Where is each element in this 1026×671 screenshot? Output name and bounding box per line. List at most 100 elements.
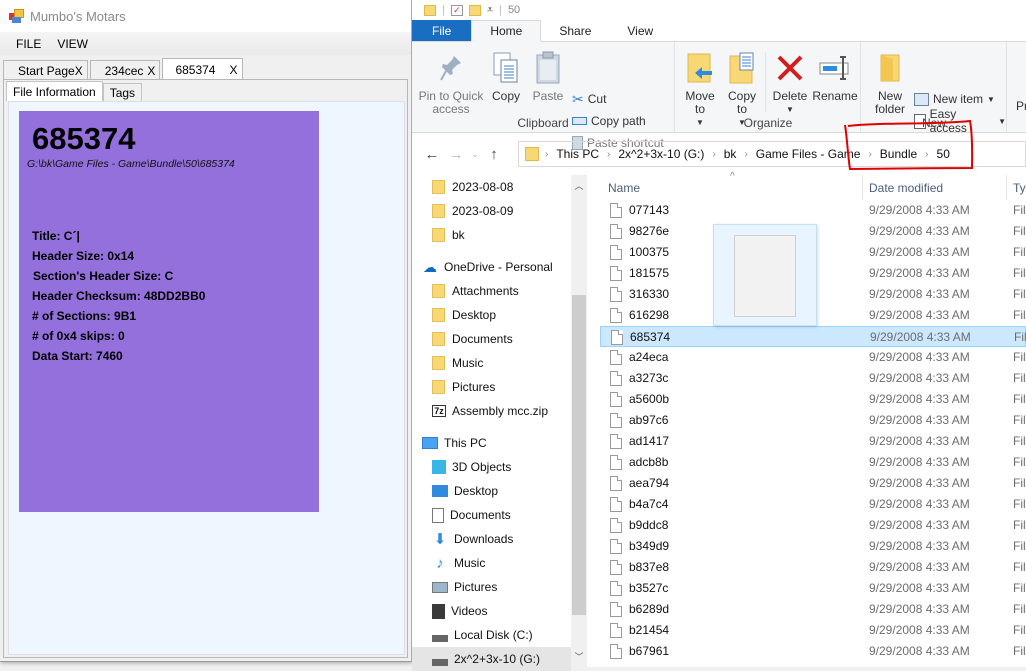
close-tab-button[interactable]: X: [229, 63, 237, 77]
file-row[interactable]: b349d9 9/29/2008 4:33 AM Fil: [600, 536, 1026, 557]
breadcrumb-this-pc[interactable]: This PC: [556, 147, 599, 161]
file-row[interactable]: ab97c6 9/29/2008 4:33 AM Fil: [600, 410, 1026, 431]
nav-item-onedrive-personal[interactable]: ☁ OneDrive - Personal: [412, 255, 571, 279]
ribbon-tab-file[interactable]: File: [412, 20, 472, 41]
address-bar[interactable]: › This PC › 2x^2+3x-10 (G:) › bk › Game …: [518, 141, 1026, 167]
chevron-right-icon[interactable]: ›: [868, 149, 871, 160]
file-row[interactable]: b67961 9/29/2008 4:33 AM Fil: [600, 641, 1026, 662]
file-row[interactable]: b21454 9/29/2008 4:33 AM Fil: [600, 620, 1026, 641]
nav-item-music[interactable]: Music: [412, 351, 571, 375]
paste-label: Paste: [532, 89, 564, 103]
nav-item-bk[interactable]: bk: [412, 223, 571, 247]
nav-item-2x-2-3x-10-g[interactable]: 2x^2+3x-10 (G:): [412, 647, 571, 671]
file-row[interactable]: a24eca 9/29/2008 4:33 AM Fil: [600, 347, 1026, 368]
properties-icon[interactable]: ✓: [450, 4, 463, 16]
customize-toolbar-icon[interactable]: ⩡: [487, 4, 493, 17]
column-divider[interactable]: [862, 175, 863, 200]
paste-button[interactable]: Paste: [530, 48, 566, 103]
file-row[interactable]: b6289d 9/29/2008 4:33 AM Fil: [600, 599, 1026, 620]
nav-item-pictures[interactable]: Pictures: [412, 575, 571, 599]
tab-start-page[interactable]: Start Page X: [3, 60, 88, 80]
new-item-button[interactable]: New item ▼: [914, 89, 995, 109]
new-folder-icon[interactable]: [468, 4, 481, 16]
ribbon-tab-share[interactable]: Share: [541, 20, 609, 41]
3d-icon: [432, 460, 446, 474]
file-type: Fil: [1013, 308, 1026, 322]
tab-tags[interactable]: Tags: [102, 83, 143, 101]
nav-item-documents[interactable]: Documents: [412, 327, 571, 351]
breadcrumb-game-files[interactable]: Game Files - Game: [756, 147, 861, 161]
nav-item-2023-08-09[interactable]: 2023-08-09: [412, 199, 571, 223]
ribbon-tab-view[interactable]: View: [609, 20, 671, 41]
menu-view[interactable]: VIEW: [49, 37, 96, 51]
nav-item-assembly-mcc-zip[interactable]: 7z Assembly mcc.zip: [412, 399, 571, 423]
nav-item-3d-objects[interactable]: 3D Objects: [412, 455, 571, 479]
column-name[interactable]: Name: [608, 181, 640, 195]
close-tab-button[interactable]: X: [147, 64, 155, 78]
breadcrumb-bundle[interactable]: Bundle: [880, 147, 917, 161]
file-row[interactable]: a5600b 9/29/2008 4:33 AM Fil: [600, 389, 1026, 410]
chevron-right-icon[interactable]: ›: [712, 149, 715, 160]
properties-button-partial[interactable]: Pr: [1016, 100, 1026, 113]
nav-item-attachments[interactable]: Attachments: [412, 279, 571, 303]
copy-button[interactable]: Copy: [488, 48, 524, 103]
forward-arrow-icon[interactable]: →: [444, 146, 468, 163]
file-row[interactable]: adcb8b 9/29/2008 4:33 AM Fil: [600, 452, 1026, 473]
nav-item-pictures[interactable]: Pictures: [412, 375, 571, 399]
nav-pane-scrollbar[interactable]: ︿ ﹀: [571, 175, 587, 667]
nav-item-documents[interactable]: Documents: [412, 503, 571, 527]
column-divider[interactable]: [1006, 175, 1007, 200]
new-folder-button[interactable]: New folder: [870, 48, 910, 116]
breadcrumb-drive-g[interactable]: 2x^2+3x-10 (G:): [618, 147, 704, 161]
scrollbar-thumb[interactable]: [572, 295, 586, 615]
scroll-down-arrow-icon[interactable]: ﹀: [571, 650, 587, 663]
breadcrumb-bk[interactable]: bk: [724, 147, 737, 161]
file-name: b67961: [629, 644, 670, 658]
chevron-right-icon[interactable]: ›: [744, 149, 747, 160]
separator: [765, 52, 766, 112]
up-arrow-icon[interactable]: ↑: [482, 146, 506, 163]
file-row[interactable]: 685374 9/29/2008 4:33 AM Fil: [600, 326, 1026, 347]
nav-item-label: Downloads: [454, 532, 514, 546]
tab-234cec[interactable]: 234cec X: [89, 60, 161, 80]
tab-685374[interactable]: 685374 X: [162, 58, 243, 80]
nav-item-videos[interactable]: Videos: [412, 599, 571, 623]
nav-item-music[interactable]: ♪ Music: [412, 551, 571, 575]
rename-button[interactable]: Rename: [812, 48, 858, 103]
pin-to-quick-access-button[interactable]: Pin to Quick access: [418, 48, 484, 116]
nav-item-desktop[interactable]: Desktop: [412, 479, 571, 503]
file-row[interactable]: b3527c 9/29/2008 4:33 AM Fil: [600, 578, 1026, 599]
chevron-right-icon[interactable]: ›: [925, 149, 928, 160]
file-type: Fil: [1013, 476, 1026, 490]
scroll-up-arrow-icon[interactable]: ︿: [571, 179, 587, 192]
nav-item-desktop[interactable]: Desktop: [412, 303, 571, 327]
delete-button[interactable]: Delete ▼: [770, 48, 810, 116]
file-name: b4a7c4: [629, 497, 669, 511]
move-to-label: Move to: [685, 89, 715, 116]
file-row[interactable]: aea794 9/29/2008 4:33 AM Fil: [600, 473, 1026, 494]
nav-item-this-pc[interactable]: This PC: [412, 431, 571, 455]
file-row[interactable]: b9ddc8 9/29/2008 4:33 AM Fil: [600, 515, 1026, 536]
recent-locations-chevron-icon[interactable]: ⌄: [468, 149, 482, 160]
chevron-right-icon[interactable]: ›: [607, 149, 610, 160]
cut-button[interactable]: ✂ Cut: [572, 89, 606, 109]
back-arrow-icon[interactable]: ←: [420, 146, 444, 163]
file-row[interactable]: a3273c 9/29/2008 4:33 AM Fil: [600, 368, 1026, 389]
file-row[interactable]: b837e8 9/29/2008 4:33 AM Fil: [600, 557, 1026, 578]
nav-item-local-disk-c[interactable]: Local Disk (C:): [412, 623, 571, 647]
file-type: Fil: [1013, 623, 1026, 637]
breadcrumb-50[interactable]: 50: [937, 147, 950, 161]
nav-item-2023-08-08[interactable]: 2023-08-08: [412, 175, 571, 199]
file-path: G:\bk\Game Files - Game\Bundle\50\685374: [27, 158, 235, 170]
nav-item-downloads[interactable]: ⬇ Downloads: [412, 527, 571, 551]
close-tab-button[interactable]: X: [75, 64, 83, 78]
column-date-modified[interactable]: Date modified: [869, 181, 943, 195]
file-type: Fil: [1013, 350, 1026, 364]
menu-file[interactable]: FILE: [8, 37, 49, 51]
file-row[interactable]: 077143 9/29/2008 4:33 AM Fil: [600, 200, 1026, 221]
column-type[interactable]: Typ: [1013, 181, 1026, 195]
ribbon-tab-home[interactable]: Home: [471, 20, 542, 42]
file-row[interactable]: ad1417 9/29/2008 4:33 AM Fil: [600, 431, 1026, 452]
file-row[interactable]: b4a7c4 9/29/2008 4:33 AM Fil: [600, 494, 1026, 515]
tab-file-information[interactable]: File Information: [6, 81, 103, 101]
